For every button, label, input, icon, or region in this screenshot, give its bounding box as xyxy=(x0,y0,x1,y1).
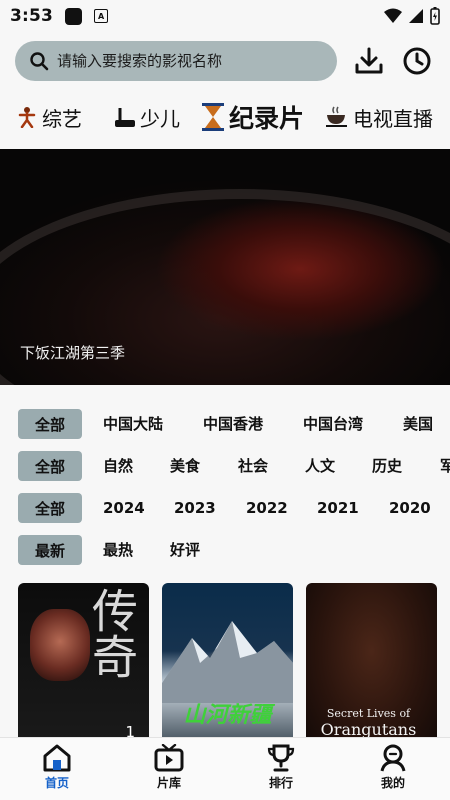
category-tabs: 综艺 少儿 纪录片 电视直播 xyxy=(0,96,450,138)
notification-icon xyxy=(65,7,83,25)
filter-option[interactable]: 2023 xyxy=(174,493,216,523)
poster-grid: 传奇 1 山河新疆 Secret Lives of Orangutans xyxy=(0,583,450,737)
tab-live-tv[interactable]: 电视直播 xyxy=(325,96,433,138)
download-button[interactable] xyxy=(352,44,386,78)
nav-profile[interactable]: 我的 xyxy=(353,744,433,791)
coffee-icon xyxy=(326,106,347,127)
tab-kids[interactable]: 少儿 xyxy=(114,96,180,138)
filter-chip-selected[interactable]: 全部 xyxy=(18,493,82,523)
filter-option[interactable]: 最热 xyxy=(103,535,133,565)
tab-documentary[interactable]: 纪录片 xyxy=(201,96,304,138)
search-bar[interactable] xyxy=(15,41,337,81)
poster-artwork xyxy=(30,609,90,681)
filter-option[interactable]: 美国 xyxy=(403,409,433,439)
poster-title-line: Orangutans xyxy=(320,720,417,737)
trophy-icon xyxy=(267,744,295,772)
search-input[interactable] xyxy=(57,52,307,70)
filter-option[interactable]: 中国台湾 xyxy=(303,409,363,439)
figure-icon xyxy=(18,107,36,128)
filter-option[interactable]: 社会 xyxy=(238,451,268,481)
poster-title: 山河新疆 xyxy=(183,703,272,728)
nav-label: 首页 xyxy=(44,776,69,790)
filter-option[interactable]: 2021 xyxy=(317,493,359,523)
poster-card[interactable]: 传奇 1 xyxy=(18,583,149,737)
filter-option[interactable]: 2022 xyxy=(246,493,288,523)
nav-label: 我的 xyxy=(380,776,405,790)
status-indicators xyxy=(384,7,440,25)
search-icon xyxy=(30,52,49,71)
wifi-icon xyxy=(384,8,402,23)
tab-label: 电视直播 xyxy=(353,106,433,131)
filter-chip-selected[interactable]: 最新 xyxy=(18,535,82,565)
nav-ranking[interactable]: 排行 xyxy=(241,744,321,791)
filter-option[interactable]: 军 xyxy=(440,451,450,481)
filter-sort: 最新 最热 好评 xyxy=(0,535,450,567)
tab-label: 纪录片 xyxy=(229,104,305,133)
nav-label: 片库 xyxy=(156,776,181,790)
filter-chip-selected[interactable]: 全部 xyxy=(18,409,82,439)
poster-title: Secret Lives of Orangutans xyxy=(306,707,431,737)
featured-banner[interactable]: 下饭江湖第三季 xyxy=(0,149,450,385)
download-icon xyxy=(355,47,383,74)
nav-label: 排行 xyxy=(268,776,293,790)
nav-library[interactable]: 片库 xyxy=(129,744,209,791)
status-bar: 3:53 A xyxy=(0,0,450,32)
filter-option[interactable]: 2020 xyxy=(389,493,431,523)
filter-option[interactable]: 中国大陆 xyxy=(103,409,163,439)
tab-label: 综艺 xyxy=(42,106,82,131)
tab-variety[interactable]: 综艺 xyxy=(16,96,82,138)
battery-icon xyxy=(430,7,440,25)
filter-option[interactable]: 2024 xyxy=(103,493,145,523)
clock-icon xyxy=(403,47,431,75)
banner-caption: 下饭江湖第三季 xyxy=(20,344,126,362)
bottom-navigation: 首页 片库 排行 我的 xyxy=(0,737,450,800)
poster-title: 传奇 xyxy=(85,587,139,679)
filter-genre: 全部 自然 美食 社会 人文 历史 军 xyxy=(0,451,450,483)
poster-title-line: Secret Lives of xyxy=(326,707,411,720)
poster-artwork xyxy=(162,621,293,703)
nav-home[interactable]: 首页 xyxy=(17,744,97,791)
poster-card[interactable]: 山河新疆 xyxy=(162,583,293,737)
filter-chip-selected[interactable]: 全部 xyxy=(18,451,82,481)
kid-icon xyxy=(115,108,135,127)
home-icon xyxy=(43,744,71,772)
filter-option[interactable]: 好评 xyxy=(170,535,200,565)
filter-option[interactable]: 历史 xyxy=(372,451,402,481)
poster-card[interactable]: Secret Lives of Orangutans xyxy=(306,583,437,737)
filter-option[interactable]: 自然 xyxy=(103,451,133,481)
filter-option[interactable]: 人文 xyxy=(305,451,335,481)
hourglass-icon xyxy=(202,103,224,131)
history-button[interactable] xyxy=(400,44,434,78)
tab-label: 少儿 xyxy=(140,106,180,131)
search-row xyxy=(15,40,440,82)
filter-option[interactable]: 中国香港 xyxy=(203,409,263,439)
signal-icon xyxy=(409,9,423,23)
filter-year: 全部 2024 2023 2022 2021 2020 xyxy=(0,493,450,525)
filter-region: 全部 中国大陆 中国香港 中国台湾 美国 xyxy=(0,409,450,441)
app-notification-icon: A xyxy=(94,9,109,23)
status-time: 3:53 xyxy=(10,6,54,26)
poster-badge: 1 xyxy=(125,723,135,737)
tv-icon xyxy=(154,744,184,772)
user-icon xyxy=(380,744,406,772)
filter-option[interactable]: 美食 xyxy=(170,451,200,481)
